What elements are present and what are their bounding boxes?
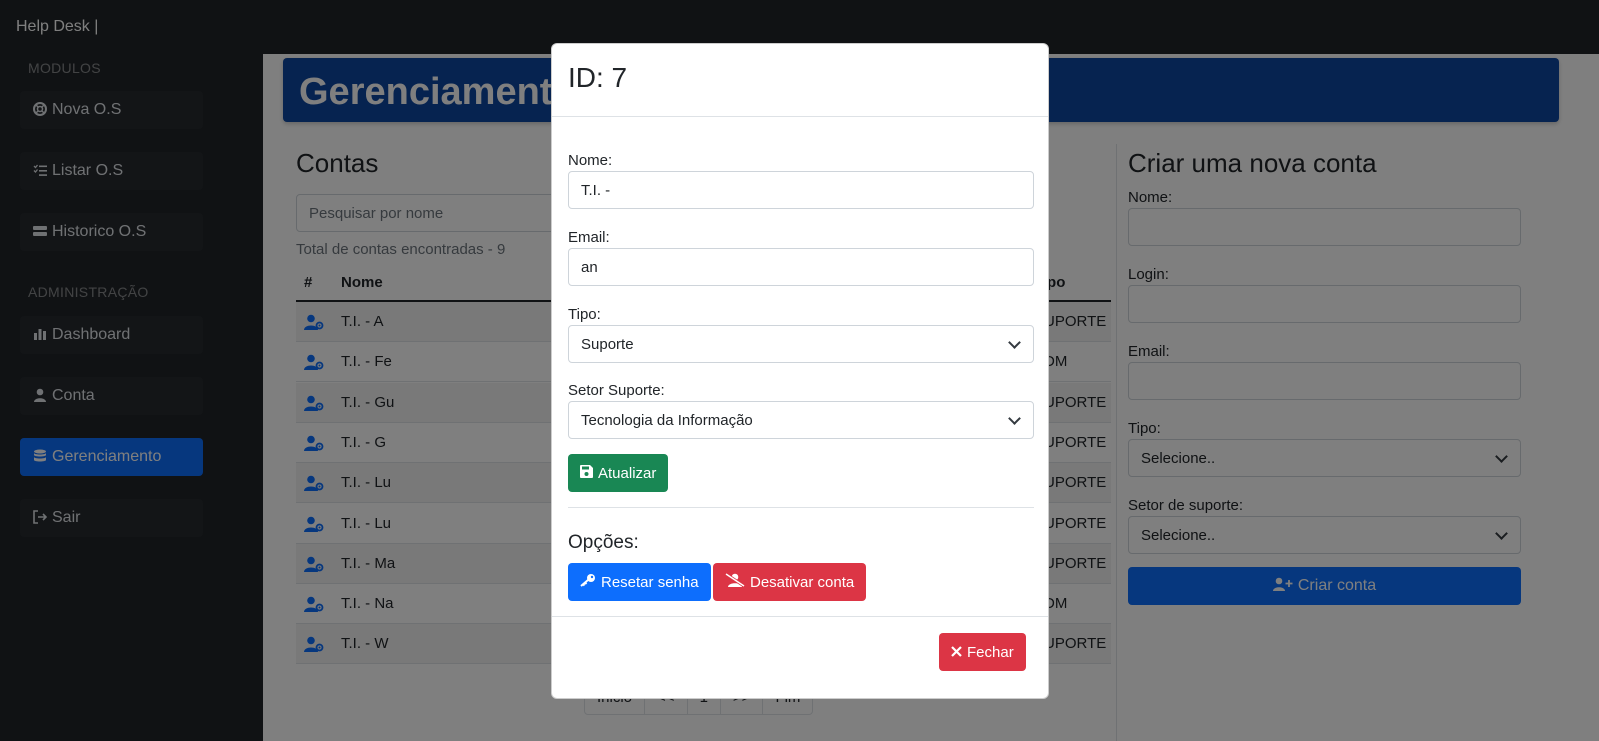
- modal-section-divider: [568, 507, 1034, 508]
- chevron-down-icon: [1008, 336, 1021, 349]
- atualizar-label: Atualizar: [598, 464, 657, 482]
- modal-title: ID: 7: [568, 62, 628, 93]
- close-icon: [951, 644, 962, 661]
- resetar-senha-button[interactable]: Resetar senha: [568, 563, 711, 601]
- modal-header-divider: [552, 116, 1048, 117]
- modal-footer-divider: [552, 616, 1048, 617]
- desativar-conta-button[interactable]: Desativar conta: [713, 563, 867, 601]
- opcoes-heading: Opções:: [568, 532, 639, 553]
- desativar-conta-label: Desativar conta: [750, 573, 855, 591]
- save-icon: [580, 464, 593, 482]
- edit-account-modal: ID: 7 Nome: T.I. - Email: an Tipo: Supor…: [551, 43, 1049, 699]
- modal-tipo-value: Suporte: [581, 335, 634, 353]
- modal-setor-label: Setor Suporte:: [568, 382, 665, 399]
- key-icon: [580, 573, 596, 591]
- modal-nome-field[interactable]: T.I. -: [568, 171, 1034, 209]
- modal-email-field[interactable]: an: [568, 248, 1034, 286]
- fechar-label: Fechar: [967, 643, 1014, 661]
- modal-setor-value: Tecnologia da Informação: [581, 411, 753, 429]
- resetar-senha-label: Resetar senha: [601, 573, 699, 591]
- user-slash-icon: [725, 572, 745, 591]
- modal-email-label: Email:: [568, 229, 610, 246]
- chevron-down-icon: [1008, 412, 1021, 425]
- modal-setor-select[interactable]: Tecnologia da Informação: [568, 401, 1034, 439]
- atualizar-button[interactable]: Atualizar: [568, 454, 669, 492]
- modal-tipo-select[interactable]: Suporte: [568, 325, 1034, 363]
- modal-tipo-label: Tipo:: [568, 306, 601, 323]
- modal-nome-label: Nome:: [568, 152, 613, 169]
- fechar-button[interactable]: Fechar: [939, 633, 1026, 671]
